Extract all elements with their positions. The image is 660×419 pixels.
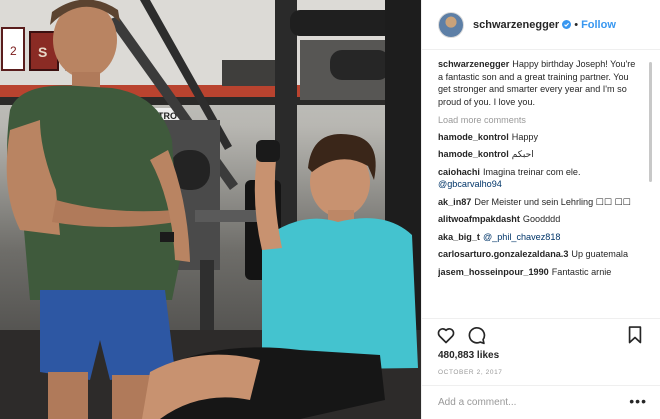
comment-username[interactable]: alitwoafmpakdasht — [438, 214, 520, 224]
comment-input[interactable] — [438, 397, 608, 408]
comment-item: aka_big_t @_phil_chavez818 — [438, 231, 638, 244]
comment-text: Goodddd — [522, 214, 561, 224]
add-comment-bar: ••• — [422, 385, 660, 419]
wall-poster-label: 2 — [10, 44, 17, 58]
avatar[interactable] — [438, 11, 464, 38]
action-bar — [422, 318, 660, 350]
comment-item: hamode_kontrol احبكم — [438, 148, 638, 161]
caption-username[interactable]: schwarzenegger — [438, 59, 509, 69]
comments-list[interactable]: schwarzenegger Happy birthday Joseph! You… — [438, 58, 638, 316]
comment-item: caiohachi Imagina treinar com ele. @gbcar… — [438, 166, 638, 191]
post-date: OCTOBER 2, 2017 — [438, 369, 503, 376]
comment-username[interactable]: hamode_kontrol — [438, 132, 509, 142]
verified-badge-icon — [562, 20, 572, 29]
post-sidebar: schwarzenegger • Follow schwarzenegger Ha… — [421, 0, 660, 419]
comment-username[interactable]: hamode_kontrol — [438, 149, 509, 159]
gym-photo-illustration: 2 S NITRO — [0, 0, 421, 419]
comment-text: Happy — [511, 131, 539, 142]
comment-username[interactable]: caiohachi — [438, 167, 480, 177]
more-options-icon[interactable]: ••• — [629, 394, 647, 408]
comment-bubble-icon[interactable] — [466, 325, 486, 345]
comment-text: Der Meister und sein Lehrling ☐☐ ☐☐ — [474, 196, 631, 207]
comment-item: ak_in87 Der Meister und sein Lehrling ☐☐ … — [438, 196, 638, 209]
comment-text: Fantastic arnie — [551, 266, 612, 277]
comment-item: carlosarturo.gonzalezaldana.3 Up guatemal… — [438, 248, 638, 261]
likes-count[interactable]: 480,883 likes — [438, 350, 499, 361]
comment-mention-link[interactable]: @_phil_chavez818 — [483, 232, 561, 242]
comment-text: Imagina treinar com ele. — [482, 166, 581, 177]
comment-text: احبكم — [511, 149, 534, 159]
post-header: schwarzenegger • Follow — [422, 0, 660, 50]
post-caption: schwarzenegger Happy birthday Joseph! You… — [438, 58, 638, 108]
comment-username[interactable]: jasem_hosseinpour_1990 — [438, 267, 549, 277]
follow-button[interactable]: Follow — [581, 19, 616, 31]
bookmark-icon[interactable] — [625, 325, 645, 345]
wall-poster-label: S — [38, 44, 47, 60]
heart-icon[interactable] — [436, 325, 456, 345]
comment-username[interactable]: ak_in87 — [438, 197, 471, 207]
comment-item: jasem_hosseinpour_1990 Fantastic arnie — [438, 266, 638, 279]
comment-item: hamode_kontrol Happy — [438, 131, 638, 144]
comment-item: alitwoafmpakdasht Goodddd — [438, 213, 638, 226]
load-more-comments-button[interactable]: Load more comments — [438, 114, 638, 127]
comment-text: Up guatemala — [571, 249, 629, 259]
comment-mention-link[interactable]: @gbcarvalho94 — [438, 179, 502, 189]
header-separator: • — [574, 18, 579, 31]
header-username[interactable]: schwarzenegger — [473, 19, 559, 31]
comments-scrollbar[interactable] — [649, 62, 652, 182]
comment-username[interactable]: aka_big_t — [438, 232, 480, 242]
comment-username[interactable]: carlosarturo.gonzalezaldana.3 — [438, 249, 568, 259]
post-photo[interactable]: 2 S NITRO — [0, 0, 421, 419]
